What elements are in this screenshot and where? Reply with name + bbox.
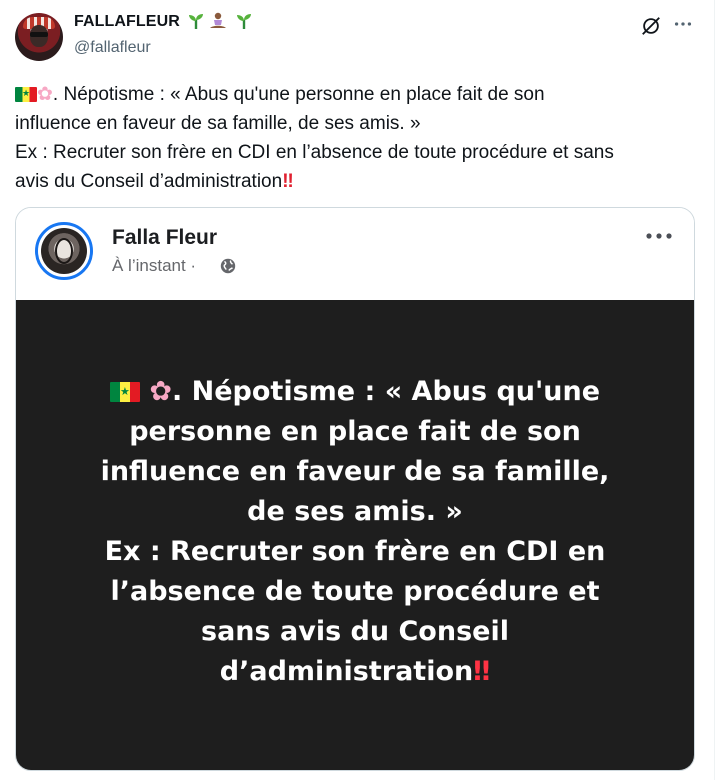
cherry-blossom-icon: ✿ xyxy=(37,84,53,105)
avatar-glasses xyxy=(30,32,48,37)
embedded-post-image: ✿. Népotisme : « Abus qu'une personne en… xyxy=(16,300,694,770)
embedded-author-avatar xyxy=(35,222,93,280)
author-name-emoji xyxy=(187,11,267,36)
embedded-post-header: Falla Fleur À l’instant · xyxy=(16,208,694,300)
author-name[interactable]: FALLAFLEUR xyxy=(74,13,180,31)
grok-icon[interactable] xyxy=(640,15,662,37)
embedded-more-icon xyxy=(646,233,672,239)
embedded-text-line-6: l’absence de toute procédure et xyxy=(110,576,600,607)
embedded-post-text: ✿. Népotisme : « Abus qu'une personne en… xyxy=(16,372,694,692)
double-exclamation-icon: ‼ xyxy=(282,171,294,192)
embedded-text-line-4: de ses amis. » xyxy=(247,496,463,527)
tweet-text-line-4: avis du Conseil d’administration‼ xyxy=(15,171,294,192)
embedded-avatar-photo xyxy=(41,228,87,274)
senegal-flag-icon xyxy=(15,86,37,102)
embedded-text-line-3: influence en faveur de sa famille, xyxy=(100,456,610,487)
column-divider xyxy=(714,0,715,780)
embedded-text-line-7: sans avis du Conseil xyxy=(201,616,509,647)
tweet-text-line-3: Ex : Recruter son frère en CDI en l’abse… xyxy=(15,142,614,163)
cherry-blossom-icon: ✿ xyxy=(149,376,172,407)
sprout-meditation-emoji-icon xyxy=(189,12,251,29)
globe-icon xyxy=(220,258,236,274)
senegal-flag-icon xyxy=(109,382,140,402)
tweet-text-line-1: ✿. Népotisme : « Abus qu'une personne en… xyxy=(15,80,705,109)
embedded-text-line-1: ✿. Népotisme : « Abus qu'une xyxy=(16,372,694,412)
embedded-image-card[interactable]: Falla Fleur À l’instant · ✿. Népotisme :… xyxy=(15,207,695,771)
author-handle[interactable]: @fallafleur xyxy=(74,39,151,57)
embedded-text-line-5: Ex : Recruter son frère en CDI en xyxy=(104,536,606,567)
tweet-text-line-2: influence en faveur de sa famille, de se… xyxy=(15,113,421,134)
double-exclamation-icon: ‼ xyxy=(473,656,491,687)
embedded-avatar-face xyxy=(55,238,73,264)
embedded-timestamp: À l’instant · xyxy=(112,256,197,275)
embedded-text-line-8: d’administration‼ xyxy=(219,656,491,687)
more-horizontal-icon[interactable] xyxy=(672,13,694,35)
tweet-text: ✿. Népotisme : « Abus qu'une personne en… xyxy=(15,80,705,196)
author-avatar[interactable] xyxy=(15,13,63,61)
embedded-text-line-2: personne en place fait de son xyxy=(129,416,581,447)
embedded-author-name: Falla Fleur xyxy=(112,226,218,249)
tweet: FALLAFLEUR @fallafleur ✿. Népotisme : « … xyxy=(0,0,726,780)
